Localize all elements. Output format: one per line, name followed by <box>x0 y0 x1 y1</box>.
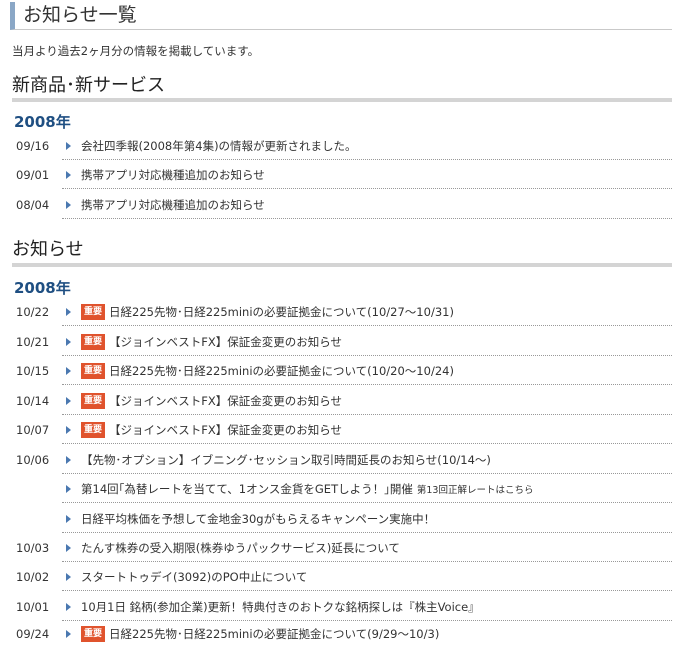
section-title-new-products: 新商品･新サービス <box>12 75 165 96</box>
item-date: 10/06 <box>16 453 50 467</box>
list-item: 10/14 重要 【ジョインベストFX】保証金変更のお知らせ <box>0 387 680 415</box>
item-link[interactable]: 第14回｢為替レートを当てて、1オンス金貨をGETしよう！｣開催 <box>81 482 413 496</box>
list-item: 10/21 重要 【ジョインベストFX】保証金変更のお知らせ <box>0 328 680 356</box>
news-page: お知らせ一覧 当月より過去2ヶ月分の情報を掲載しています。 新商品･新サービス … <box>0 0 680 642</box>
item-link[interactable]: たんす株券の受入期限(株券ゆうパックサービス)延長について <box>81 540 400 556</box>
row-divider <box>62 590 672 591</box>
important-badge: 重要 <box>81 363 105 379</box>
item-date: 08/04 <box>16 198 50 212</box>
row-divider <box>62 443 672 444</box>
item-date: 10/03 <box>16 541 50 555</box>
arrow-right-icon <box>66 338 71 346</box>
item-date: 09/24 <box>16 627 50 641</box>
page-title: お知らせ一覧 <box>23 4 137 26</box>
row-divider <box>62 561 672 562</box>
important-badge: 重要 <box>81 422 105 438</box>
item-date: 10/02 <box>16 570 50 584</box>
item-link[interactable]: 携帯アプリ対応機種追加のお知らせ <box>81 197 265 213</box>
year-heading: 2008年 <box>14 113 71 131</box>
important-badge: 重要 <box>81 393 105 409</box>
year-heading: 2008年 <box>14 279 71 297</box>
item-date: 10/15 <box>16 364 50 378</box>
list-item: 10/07 重要 【ジョインベストFX】保証金変更のお知らせ <box>0 416 680 444</box>
item-date: 10/14 <box>16 394 50 408</box>
list-item: 09/24 重要 日経225先物･日経225miniの必要証拠金について(9/2… <box>0 620 680 648</box>
list-item: 09/01 携帯アプリ対応機種追加のお知らせ <box>0 161 680 189</box>
list-item: 10/06 【先物･オプション】イブニング･セッション取引時間延長のお知らせ(1… <box>0 446 680 474</box>
arrow-right-icon <box>66 397 71 405</box>
important-badge: 重要 <box>81 626 105 642</box>
section-divider <box>12 98 672 102</box>
row-divider <box>62 502 672 503</box>
item-sub-link[interactable]: 第13回正解レートはこちら <box>417 485 534 496</box>
list-item: 10/02 スタートトゥデイ(3092)のPO中止について <box>0 563 680 591</box>
row-divider <box>62 473 672 474</box>
list-item: 08/04 携帯アプリ対応機種追加のお知らせ <box>0 191 680 219</box>
list-item: 10/03 たんす株券の受入期限(株券ゆうパックサービス)延長について <box>0 534 680 562</box>
arrow-right-icon <box>66 573 71 581</box>
item-label-group: 第14回｢為替レートを当てて、1オンス金貨をGETしよう！｣開催 第13回正解レー… <box>81 481 533 497</box>
arrow-right-icon <box>66 308 71 316</box>
row-divider <box>62 218 672 219</box>
item-date: 09/16 <box>16 139 50 153</box>
list-item: 日経平均株価を予想して金地金30gがもらえるキャンペーン実施中！ <box>0 505 680 533</box>
item-link[interactable]: 日経225先物･日経225miniの必要証拠金について(10/20～10/24) <box>109 363 454 379</box>
item-link[interactable]: 【ジョインベストFX】保証金変更のお知らせ <box>109 422 342 438</box>
item-link[interactable]: スタートトゥデイ(3092)のPO中止について <box>81 569 307 585</box>
item-link[interactable]: 10月1日 銘柄(参加企業)更新！特典付きのおトクな銘柄探しは『株主Voice』 <box>81 599 480 615</box>
intro-text: 当月より過去2ヶ月分の情報を掲載しています。 <box>12 44 260 58</box>
item-link[interactable]: 日経225先物･日経225miniの必要証拠金について(10/27～10/31) <box>109 304 454 320</box>
item-link[interactable]: 会社四季報(2008年第4集)の情報が更新されました。 <box>81 138 357 154</box>
list-item: 10/15 重要 日経225先物･日経225miniの必要証拠金について(10/… <box>0 357 680 385</box>
item-date: 09/01 <box>16 168 50 182</box>
row-divider <box>62 384 672 385</box>
list-item: 10/01 10月1日 銘柄(参加企業)更新！特典付きのおトクな銘柄探しは『株主… <box>0 593 680 621</box>
list-item: 10/22 重要 日経225先物･日経225miniの必要証拠金について(10/… <box>0 298 680 326</box>
arrow-right-icon <box>66 142 71 150</box>
arrow-right-icon <box>66 426 71 434</box>
section-divider <box>12 263 672 267</box>
list-item: 第14回｢為替レートを当てて、1オンス金貨をGETしよう！｣開催 第13回正解レー… <box>0 475 680 503</box>
row-divider <box>62 188 672 189</box>
item-link[interactable]: 日経平均株価を予想して金地金30gがもらえるキャンペーン実施中！ <box>81 511 435 527</box>
list-item: 09/16 会社四季報(2008年第4集)の情報が更新されました。 <box>0 132 680 160</box>
arrow-right-icon <box>66 367 71 375</box>
row-divider <box>62 414 672 415</box>
arrow-right-icon <box>66 485 71 493</box>
item-date: 10/07 <box>16 423 50 437</box>
arrow-right-icon <box>66 171 71 179</box>
row-divider <box>62 355 672 356</box>
item-link[interactable]: 日経225先物･日経225miniの必要証拠金について(9/29～10/3) <box>109 626 439 642</box>
page-title-bar: お知らせ一覧 <box>10 2 672 30</box>
item-link[interactable]: 携帯アプリ対応機種追加のお知らせ <box>81 167 265 183</box>
important-badge: 重要 <box>81 334 105 350</box>
item-date: 10/01 <box>16 600 50 614</box>
arrow-right-icon <box>66 630 71 638</box>
row-divider <box>62 325 672 326</box>
item-link[interactable]: 【ジョインベストFX】保証金変更のお知らせ <box>109 334 342 350</box>
arrow-right-icon <box>66 544 71 552</box>
important-badge: 重要 <box>81 304 105 320</box>
arrow-right-icon <box>66 603 71 611</box>
item-link[interactable]: 【ジョインベストFX】保証金変更のお知らせ <box>109 393 342 409</box>
item-date: 10/21 <box>16 335 50 349</box>
row-divider <box>62 159 672 160</box>
item-link[interactable]: 【先物･オプション】イブニング･セッション取引時間延長のお知らせ(10/14～) <box>81 452 491 468</box>
section-title-notices: お知らせ <box>12 239 84 260</box>
arrow-right-icon <box>66 456 71 464</box>
arrow-right-icon <box>66 201 71 209</box>
row-divider <box>62 532 672 533</box>
item-date: 10/22 <box>16 305 50 319</box>
arrow-right-icon <box>66 515 71 523</box>
